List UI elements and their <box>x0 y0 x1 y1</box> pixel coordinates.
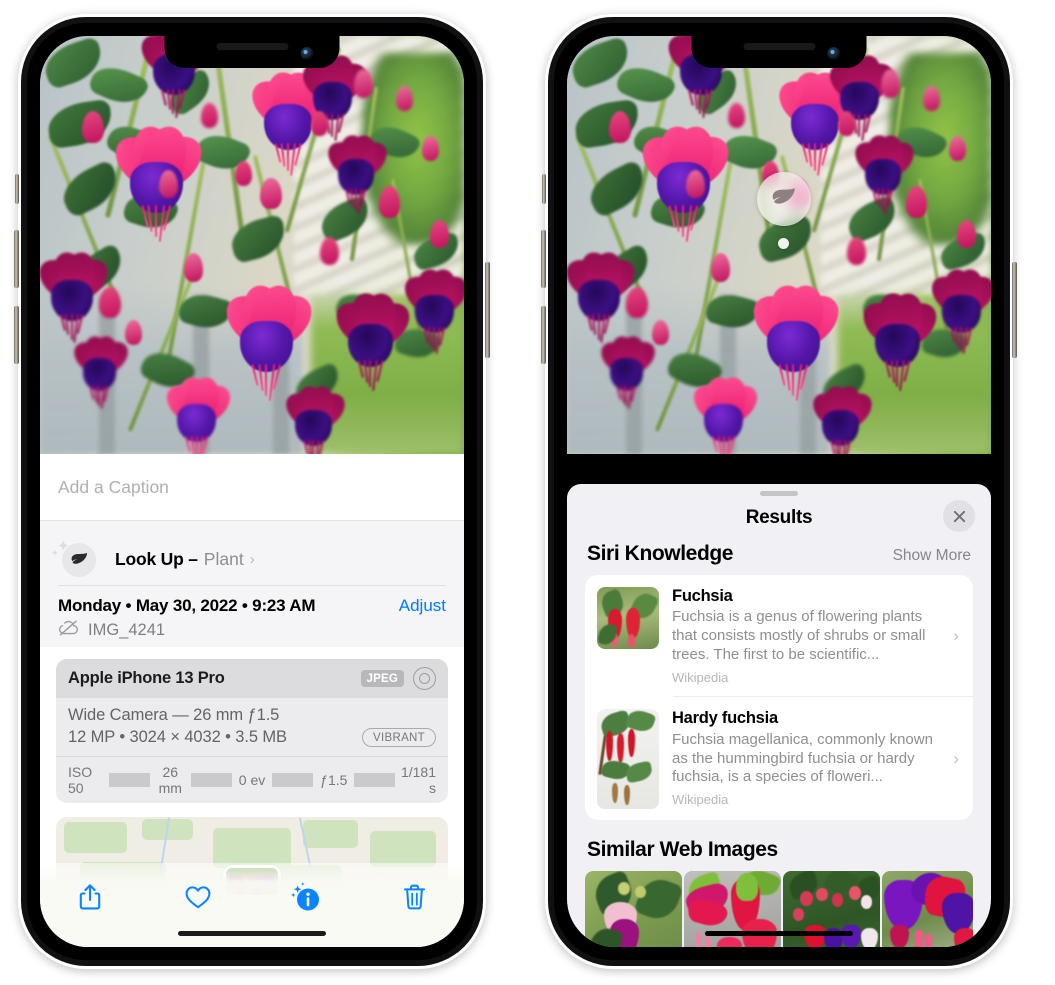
notch <box>691 36 867 68</box>
caption-field[interactable]: Add a Caption <box>40 454 464 520</box>
exif-focal: 26 mm <box>158 764 182 796</box>
home-indicator[interactable] <box>178 931 326 936</box>
exif-ev: 0 ev <box>238 772 266 788</box>
volume-up-button[interactable] <box>14 230 19 288</box>
result-title: Hardy fuchsia <box>672 709 778 728</box>
photo-viewer[interactable] <box>567 36 991 454</box>
volume-up-button[interactable] <box>541 230 546 288</box>
lookup-section: ✦ ✦ Look Up – Plant › <box>40 521 464 586</box>
show-more-button[interactable]: Show More <box>893 547 971 565</box>
results-header: Results <box>567 496 991 540</box>
visual-lookup-anchor-dot <box>778 238 789 249</box>
camera-info-card[interactable]: Apple iPhone 13 Pro JPEG Wide Camera — 2… <box>56 659 448 803</box>
results-title: Results <box>745 507 813 528</box>
list-item[interactable]: Fuchsia Fuchsia is a genus of flowering … <box>585 575 973 696</box>
lookup-icon-group: ✦ ✦ <box>51 538 98 579</box>
exif-shutter: 1/181 s <box>400 764 437 796</box>
heart-icon[interactable] <box>176 877 220 917</box>
camera-card-header: Apple iPhone 13 Pro JPEG <box>56 659 448 698</box>
exif-aperture: ƒ1.5 <box>320 772 348 788</box>
sparkle-small-icon: ✦ <box>51 548 59 558</box>
result-title: Fuchsia <box>672 587 733 605</box>
camera-lens-line: Wide Camera — 26 mm ƒ1.5 <box>68 706 280 724</box>
cloud-slash-icon <box>58 620 79 641</box>
format-badge: JPEG <box>360 670 404 687</box>
look-up-label: Look Up – <box>115 548 198 569</box>
result-source: Wikipedia <box>672 792 729 808</box>
photo-filename: IMG_4241 <box>88 621 166 639</box>
photo-fuchsia-plant <box>40 36 464 454</box>
result-thumbnail <box>597 587 659 649</box>
camera-specs-line: 12 MP • 3024 × 4032 • 3.5 MB <box>68 728 287 746</box>
trash-icon[interactable] <box>392 877 436 917</box>
power-button[interactable] <box>485 262 490 358</box>
style-badge: VIBRANT <box>362 728 436 747</box>
result-description: Fuchsia is a genus of flowering plants t… <box>672 608 926 664</box>
photo-info-sheet: Add a Caption ✦ ✦ Look Up – Plant › Mond… <box>40 454 464 947</box>
photo-date: Monday • May 30, 2022 • 9:23 AM <box>58 596 316 615</box>
phone-left: Add a Caption ✦ ✦ Look Up – Plant › Mond… <box>14 14 490 969</box>
camera-card-body: Wide Camera — 26 mm ƒ1.5 12 MP • 3024 × … <box>56 698 448 756</box>
results-sheet: Results Siri Knowledge Show More Fuchsia… <box>567 484 991 947</box>
mute-switch[interactable] <box>15 174 19 204</box>
exif-row: ISO 50 26 mm 0 ev ƒ1.5 1/181 s <box>56 756 448 803</box>
earpiece-speaker <box>216 43 288 50</box>
screen-right: Results Siri Knowledge Show More Fuchsia… <box>567 36 991 947</box>
front-camera <box>827 47 841 60</box>
leaf-icon <box>62 543 96 577</box>
result-source: Wikipedia <box>672 670 729 686</box>
web-image-thumbnail[interactable] <box>585 871 682 947</box>
web-image-thumbnail[interactable] <box>882 871 973 947</box>
home-indicator[interactable] <box>705 931 853 936</box>
chevron-right-icon: › <box>953 748 959 768</box>
earpiece-speaker <box>743 43 815 50</box>
info-sparkle-icon[interactable] <box>284 877 328 917</box>
camera-device-name: Apple iPhone 13 Pro <box>68 669 225 687</box>
result-thumbnail <box>597 709 659 810</box>
aperture-icon <box>413 667 436 690</box>
close-icon[interactable] <box>943 500 975 532</box>
caption-placeholder: Add a Caption <box>58 476 169 497</box>
front-camera <box>300 47 314 60</box>
similar-web-images-title: Similar Web Images <box>587 838 778 862</box>
notch <box>164 36 340 68</box>
adjust-button[interactable]: Adjust <box>399 596 446 616</box>
chevron-right-icon: › <box>249 550 255 568</box>
share-icon[interactable] <box>68 877 112 917</box>
look-up-row[interactable]: ✦ ✦ Look Up – Plant › <box>51 533 446 585</box>
power-button[interactable] <box>1012 262 1017 358</box>
chevron-right-icon: › <box>953 625 959 645</box>
metadata-section: Monday • May 30, 2022 • 9:23 AM Adjust I… <box>40 586 464 647</box>
siri-knowledge-title: Siri Knowledge <box>587 542 734 565</box>
result-description: Fuchsia magellanica, commonly known as t… <box>672 730 933 786</box>
volume-down-button[interactable] <box>541 306 546 364</box>
exif-iso: ISO 50 <box>68 764 93 796</box>
phone-right: Results Siri Knowledge Show More Fuchsia… <box>541 14 1017 969</box>
photo-viewer[interactable] <box>40 36 464 454</box>
volume-down-button[interactable] <box>14 306 19 364</box>
siri-knowledge-header: Siri Knowledge Show More <box>567 540 991 575</box>
visual-lookup-leaf-badge[interactable] <box>757 172 811 226</box>
mute-switch[interactable] <box>542 174 546 204</box>
look-up-subject: Plant <box>203 548 244 569</box>
siri-knowledge-results: Fuchsia Fuchsia is a genus of flowering … <box>585 575 973 821</box>
list-item[interactable]: Hardy fuchsia Fuchsia magellanica, commo… <box>585 697 973 820</box>
screen-left: Add a Caption ✦ ✦ Look Up – Plant › Mond… <box>40 36 464 947</box>
